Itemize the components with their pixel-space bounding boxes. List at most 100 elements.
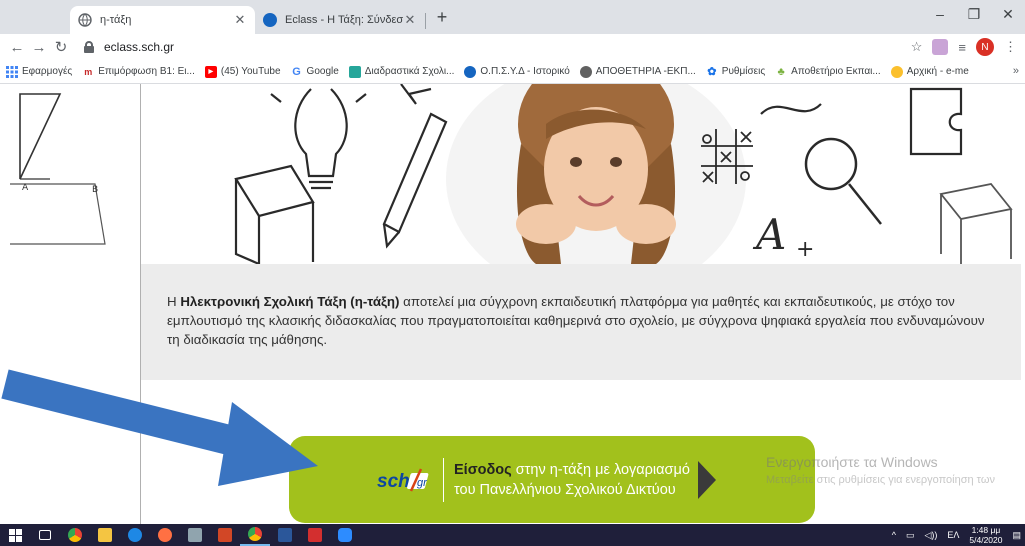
clock[interactable]: 1:48 μμ 5/4/2020 [969,525,1002,545]
sch-gr-logo-icon: sch gr [377,463,437,497]
photodentro-icon [348,65,361,78]
login-label: Είσοδος στην η-τάξη με λογαριασμό του Πα… [454,460,694,500]
bookmark-settings[interactable]: ✿ Ρυθμίσεις [706,66,765,78]
bookmark-google[interactable]: G Google [291,66,339,78]
language-indicator[interactable]: ΕΛ [947,530,959,540]
clock-time: 1:48 μμ [971,525,1001,535]
svg-text:A: A [752,210,786,259]
bookmarks-overflow-button[interactable]: » [1013,65,1019,77]
windows-activation-subtext: Μεταβείτε στις ρυθμίσεις για ενεργοποίησ… [766,474,995,486]
bookmark-label: Εφαρμογές [22,66,73,77]
login-line1: στην η-τάξη με λογαριασμό [511,461,690,478]
clock-date: 5/4/2020 [969,535,1003,545]
tab-title: η-τάξη [100,14,132,26]
geometry-sketch-illustration: A B [10,93,106,245]
bookmark-label: Ρυθμίσεις [721,66,766,77]
volume-icon[interactable]: ◁)) [924,530,937,541]
taskbar-powerpoint[interactable] [210,524,240,546]
bookmark-apothetiria[interactable]: ΑΠΟΘΕΤΗΡΙΑ -ΕΚΠ... [579,65,696,78]
taskbar-acrobat[interactable] [300,524,330,546]
tab-eclass-login[interactable]: Eclass - Η Τάξη: Σύνδεση μαθητ… ✕ [255,6,425,34]
bookmark-youtube[interactable]: ▶ (45) YouTube [204,65,281,78]
windows-start-icon [8,528,22,542]
platform-description: Η Ηλεκτρονική Σχολική Τάξη (η-τάξη) αποτ… [141,264,1021,380]
back-button[interactable]: ← [6,39,28,56]
hero-illustration: A + [141,84,1021,264]
close-tab-icon[interactable]: ✕ [403,12,417,28]
taskbar-word[interactable] [270,524,300,546]
taskbar-mail[interactable] [180,524,210,546]
taskbar-chrome[interactable] [60,524,90,546]
taskbar-zoom[interactable] [330,524,360,546]
bookmark-photodentro[interactable]: Διαδραστικά Σχολι... [348,65,455,78]
network-icon[interactable]: ▭ [906,530,915,541]
address-bar[interactable]: eclass.sch.gr [84,36,884,58]
chrome-icon [68,528,82,542]
mail-icon [188,528,202,542]
bookmark-label: ΑΠΟΘΕΤΗΡΙΑ -ΕΚΠ... [595,66,696,77]
bookmark-opsyd[interactable]: Ο.Π.Σ.Υ.Δ - Ιστορικό [464,65,570,78]
svg-text:sch: sch [377,471,410,492]
taskbar-explorer[interactable] [90,524,120,546]
login-bold: Είσοδος [454,461,512,478]
bookmarks-bar: Εφαρμογές m Επιμόρφωση Β1: Ει... ▶ (45) … [0,60,1025,84]
bookmark-apps[interactable]: Εφαρμογές [6,65,73,78]
bookmark-label: Διαδραστικά Σχολι... [364,66,455,77]
globe-icon [464,65,477,78]
chevron-up-icon[interactable]: ^ [892,530,896,540]
powerpoint-icon [218,528,232,542]
tab-eclass-home[interactable]: η-τάξη ✕ [70,6,255,34]
lock-icon [84,41,94,53]
taskbar-edge[interactable] [120,524,150,546]
svg-text:B: B [92,185,98,195]
acrobat-icon [308,528,322,542]
menu-kebab-icon[interactable]: ⋮ [1004,39,1017,55]
bookmark-repository[interactable]: ♣ Αποθετήριο Εκπαι... [775,66,881,78]
file-explorer-icon [98,528,112,542]
page-viewport: A B A + Η Ηλεκτρονική Σχολική Τάξη (η-τά… [0,84,1025,524]
m-logo-icon: m [84,66,93,77]
task-view-button[interactable] [30,524,60,546]
sch-login-button[interactable]: sch gr Είσοδος στην η-τάξη με λογαριασμό… [289,436,815,523]
bookmark-e-me[interactable]: Αρχική - e-me [890,65,969,78]
reading-list-icon[interactable]: ≡ [958,40,966,55]
e-me-icon [890,65,903,78]
taskbar-paint[interactable] [150,524,180,546]
bookmark-label: (45) YouTube [220,66,281,77]
extension-icon[interactable] [932,39,949,55]
paint-icon [158,528,172,542]
bookmark-label: Επιμόρφωση Β1: Ει... [98,66,195,77]
play-arrow-icon [698,460,716,499]
word-icon [278,528,292,542]
bookmark-label: Google [306,66,339,77]
bookmark-epimorfosi[interactable]: m Επιμόρφωση Β1: Ει... [82,66,195,78]
windows-activation-watermark: Ενεργοποιήστε τα Windows [766,454,938,470]
tab-title: Eclass - Η Τάξη: Σύνδεση μαθητ… [285,14,403,26]
close-tab-icon[interactable]: ✕ [233,12,247,28]
login-line2: του Πανελλήνιου Σχολικού Δικτύου [454,481,676,498]
bookmark-star-icon[interactable]: ☆ [911,39,923,55]
notifications-icon[interactable]: ▤ [1012,530,1021,541]
chrome-icon [248,527,262,541]
restore-button[interactable]: ❐ [957,6,991,23]
new-tab-button[interactable]: + [430,7,454,28]
svg-text:+: + [796,237,814,262]
bookmark-label: Ο.Π.Σ.Υ.Δ - Ιστορικό [480,66,570,77]
start-button[interactable] [0,524,30,546]
url-text: eclass.sch.gr [104,40,175,54]
apps-grid-icon [6,65,18,78]
globe-icon [78,13,92,27]
close-window-button[interactable]: ✕ [991,6,1025,23]
forward-button[interactable]: → [28,39,50,56]
windows-taskbar: ^ ▭ ◁)) ΕΛ 1:48 μμ 5/4/2020 ▤ [0,524,1025,546]
taskbar-chrome-2[interactable] [240,524,270,546]
description-bold-term: Ηλεκτρονική Σχολική Τάξη (η-τάξη) [180,294,400,309]
svg-text:gr: gr [417,477,428,489]
minimize-button[interactable]: – [923,6,957,23]
chrome-globe-icon [579,65,592,78]
avatar[interactable]: N [976,38,994,56]
edge-icon [128,528,142,542]
svg-text:A: A [22,183,29,193]
reload-button[interactable]: ↻ [50,38,72,56]
system-tray: ^ ▭ ◁)) ΕΛ 1:48 μμ 5/4/2020 ▤ [892,524,1021,546]
